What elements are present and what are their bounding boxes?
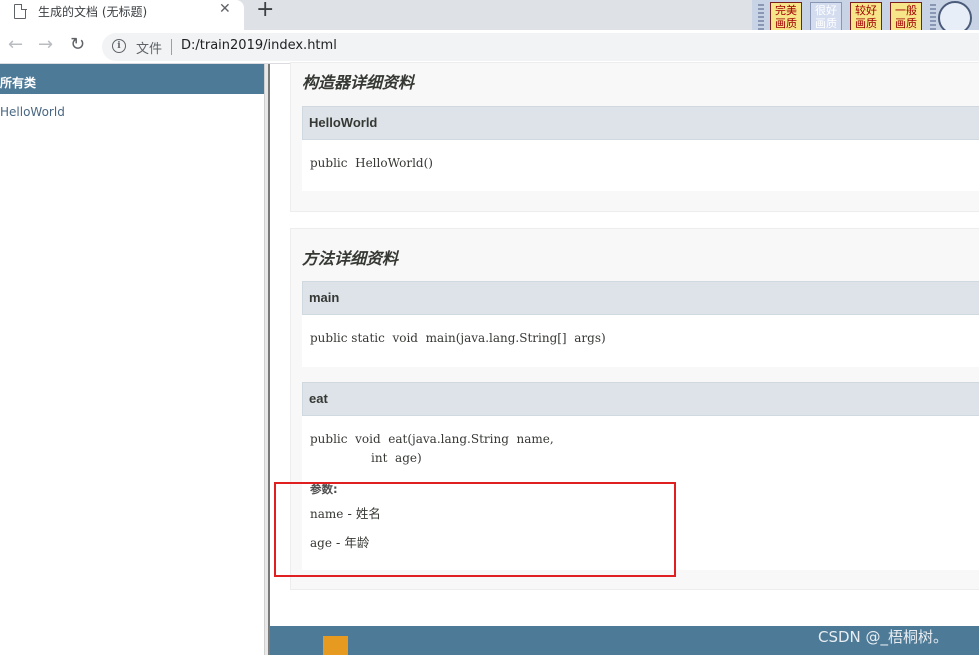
quality-best-button[interactable]: 完美 画质 bbox=[770, 2, 802, 32]
quality-normal-button[interactable]: 一般 画质 bbox=[890, 2, 922, 32]
member-signature: public HelloWorld() bbox=[310, 156, 433, 170]
constructor-detail-heading: 构造器详细资料 bbox=[302, 73, 415, 92]
back-button[interactable]: ← bbox=[8, 34, 23, 55]
forward-button[interactable]: → bbox=[38, 34, 53, 55]
browser-toolbar: ← → ↻ i 文件 D:/train2019/index.html bbox=[0, 30, 979, 64]
close-tab-icon[interactable]: ✕ bbox=[219, 1, 231, 17]
annotation-highlight-box bbox=[274, 482, 676, 577]
member-signature: public void eat(java.lang.String name, bbox=[310, 432, 554, 446]
member-name: eat bbox=[302, 382, 979, 416]
method-detail-heading: 方法详细资料 bbox=[302, 249, 399, 268]
toolbar-grip[interactable] bbox=[930, 4, 936, 32]
member-block: main public static void main(java.lang.S… bbox=[302, 281, 979, 367]
info-icon[interactable]: i bbox=[112, 39, 126, 53]
member-signature: public static void main(java.lang.String… bbox=[310, 331, 606, 345]
file-scheme-label: 文件 bbox=[136, 42, 163, 57]
member-block: HelloWorld public HelloWorld() bbox=[302, 106, 979, 191]
class-list-frame: 所有类 HelloWorld bbox=[0, 64, 264, 655]
constructor-detail-section: 构造器详细资料 HelloWorld public HelloWorld() bbox=[290, 62, 979, 212]
document-icon bbox=[14, 3, 27, 19]
class-link-helloworld[interactable]: HelloWorld bbox=[0, 105, 65, 119]
reload-button[interactable]: ↻ bbox=[70, 34, 85, 55]
tab-title: 生成的文档 (无标题) bbox=[38, 5, 148, 19]
all-classes-heading: 所有类 bbox=[0, 64, 264, 94]
address-url[interactable]: D:/train2019/index.html bbox=[181, 38, 337, 53]
browser-tab[interactable]: 生成的文档 (无标题) ✕ bbox=[0, 0, 244, 30]
toolbar-grip[interactable] bbox=[758, 4, 764, 32]
member-signature-continued: int age) bbox=[310, 451, 422, 465]
quality-fair-button[interactable]: 较好 画质 bbox=[850, 2, 882, 32]
current-nav-item[interactable] bbox=[323, 636, 348, 655]
new-tab-button[interactable]: + bbox=[256, 0, 274, 22]
address-bar[interactable]: i 文件 D:/train2019/index.html bbox=[102, 33, 979, 61]
member-name: HelloWorld bbox=[302, 106, 979, 140]
watermark: CSDN @_梧桐树。 bbox=[818, 628, 949, 646]
address-divider bbox=[171, 39, 172, 55]
quality-good-button[interactable]: 很好 画质 bbox=[810, 2, 842, 32]
member-name: main bbox=[302, 281, 979, 315]
